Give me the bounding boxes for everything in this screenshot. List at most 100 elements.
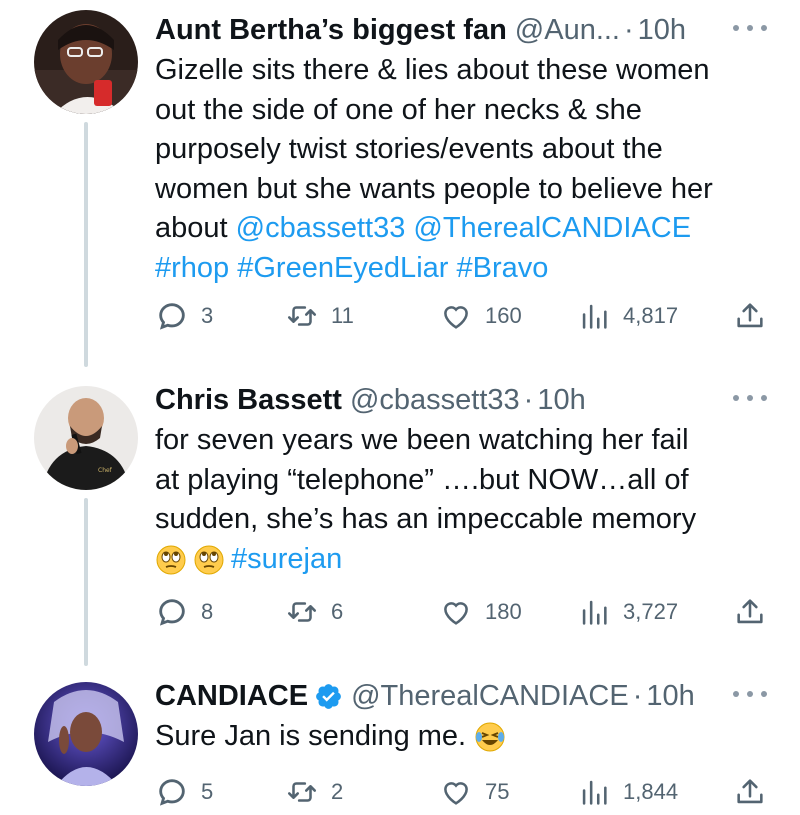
handle[interactable]: @TherealCANDIACE [351, 676, 629, 716]
reply-icon [155, 775, 189, 809]
share-button[interactable] [733, 296, 767, 336]
separator-dot: · [632, 680, 643, 712]
more-icon[interactable] [733, 18, 767, 38]
hashtag-link[interactable]: #surejan [231, 543, 342, 575]
svg-text:Chef: Chef [98, 467, 113, 474]
tweet-text-line: purposely twist stories/events about the [155, 130, 767, 170]
tweet-text-segment: sudden, she’s has an impeccable memory [155, 503, 697, 535]
reply-button[interactable]: 5 [155, 772, 213, 812]
replies-count: 8 [201, 599, 214, 624]
views-icon [577, 299, 611, 333]
display-name[interactable]: Aunt Bertha’s biggest fan [155, 10, 507, 50]
hashtag-link[interactable]: #GreenEyedLiar [237, 252, 448, 284]
tweet-text-segment: women but she wants people to believe he… [155, 172, 713, 205]
replies-count: 5 [201, 779, 214, 804]
likes-count: 75 [485, 779, 510, 804]
timestamp[interactable]: 10h [537, 380, 585, 420]
tweet-text-segment: out the side of one of her necks & she [155, 93, 642, 126]
tweet-text-line: #surejan [155, 540, 767, 580]
separator-dot: · [523, 384, 534, 416]
views-button[interactable]: 4,817 [577, 296, 678, 336]
timestamp[interactable]: 10h [638, 10, 686, 50]
tweet-text: Gizelle sits there & lies about these wo… [155, 51, 767, 288]
share-icon [733, 775, 767, 809]
timestamp[interactable]: 10h [646, 676, 694, 716]
replies-count: 3 [201, 303, 214, 328]
avatar-candiace[interactable] [34, 682, 138, 786]
tweet-text-line: #rhop #GreenEyedLiar #Bravo [155, 249, 767, 289]
share-button[interactable] [733, 772, 767, 812]
eye-roll-emoji [193, 544, 225, 576]
tweet-text-line: sudden, she’s has an impeccable memory [155, 500, 767, 540]
reply-button[interactable]: 8 [155, 592, 213, 632]
avatar-aunt-bertha[interactable] [34, 10, 138, 114]
verified-badge-icon [314, 682, 343, 711]
more-icon[interactable] [733, 388, 767, 408]
share-button[interactable] [733, 592, 767, 632]
action-bar: 3 11 160 4,817 [155, 296, 767, 336]
tweet-text-line: about @cbassett33 @TherealCANDIACE [155, 209, 767, 249]
tweet-header: Aunt Bertha’s biggest fan @Aun... · 10h [155, 10, 767, 50]
like-icon [439, 775, 473, 809]
tweet-text-segment: Gizelle sits there & lies about these wo… [155, 54, 710, 86]
like-button[interactable]: 180 [439, 592, 522, 632]
tweet-text-segment: Sure Jan is sending me. [155, 720, 475, 752]
retweets-count: 2 [331, 779, 344, 804]
like-button[interactable]: 75 [439, 772, 509, 812]
handle[interactable]: @Aun... [515, 10, 620, 50]
display-name[interactable]: Chris Bassett [155, 380, 342, 420]
tweet-text: Sure Jan is sending me. [155, 717, 767, 757]
retweet-icon [285, 775, 319, 809]
reply-button[interactable]: 3 [155, 296, 213, 336]
retweets-count: 6 [331, 599, 344, 624]
tweet-text-line: out the side of one of her necks & she [155, 91, 767, 131]
retweet-icon [285, 595, 319, 629]
avatar-chris-bassett[interactable]: Chef [34, 386, 138, 490]
more-icon[interactable] [733, 684, 767, 704]
tweet-text-segment: purposely twist stories/events about the [155, 133, 663, 165]
handle[interactable]: @cbassett33 [350, 380, 520, 420]
tweet-text: for seven years we been watching her fai… [155, 421, 767, 579]
laughing-emoji [474, 721, 506, 753]
views-count: 3,727 [623, 599, 679, 624]
eye-roll-emoji [155, 544, 187, 576]
retweet-button[interactable]: 11 [285, 296, 354, 336]
views-count: 1,844 [623, 779, 679, 804]
tweet-text-line: at playing “telephone” ….but NOW…all of [155, 461, 767, 501]
retweet-button[interactable]: 6 [285, 592, 343, 632]
tweet-header: CANDIACE @TherealCANDIACE · 10h [155, 676, 767, 716]
tweet-text-segment: at playing “telephone” ….but NOW…all of [155, 463, 689, 496]
display-name[interactable]: CANDIACE [155, 676, 308, 716]
like-icon [439, 595, 473, 629]
tweet-text-line: women but she wants people to believe he… [155, 170, 767, 210]
mention-link[interactable]: @cbassett33 [236, 212, 406, 244]
reply-icon [155, 299, 189, 333]
views-button[interactable]: 1,844 [577, 772, 678, 812]
tweet-text-segment: about [155, 212, 236, 244]
thread-line [84, 498, 88, 666]
tweet-header: Chris Bassett @cbassett33 · 10h [155, 380, 767, 420]
views-button[interactable]: 3,727 [577, 592, 678, 632]
like-button[interactable]: 160 [439, 296, 522, 336]
views-icon [577, 595, 611, 629]
retweet-button[interactable]: 2 [285, 772, 343, 812]
share-icon [733, 595, 767, 629]
retweet-icon [285, 299, 319, 333]
retweets-count: 11 [331, 303, 354, 328]
hashtag-link[interactable]: #rhop [155, 252, 229, 284]
views-icon [577, 775, 611, 809]
likes-count: 180 [485, 599, 522, 624]
hashtag-link[interactable]: #Bravo [456, 252, 548, 284]
reply-icon [155, 595, 189, 629]
likes-count: 160 [485, 303, 522, 328]
views-count: 4,817 [623, 303, 679, 328]
share-icon [733, 299, 767, 333]
like-icon [439, 299, 473, 333]
tweet-text-line: Sure Jan is sending me. [155, 717, 767, 757]
tweet-text-segment: for seven years we been watching her fai… [155, 424, 689, 456]
tweet-text-line: for seven years we been watching her fai… [155, 421, 767, 461]
separator-dot: · [624, 14, 634, 46]
action-bar: 8 6 180 3,727 [155, 592, 767, 632]
tweet-text-line: Gizelle sits there & lies about these wo… [155, 51, 767, 91]
mention-link[interactable]: @TherealCANDIACE [413, 212, 691, 244]
